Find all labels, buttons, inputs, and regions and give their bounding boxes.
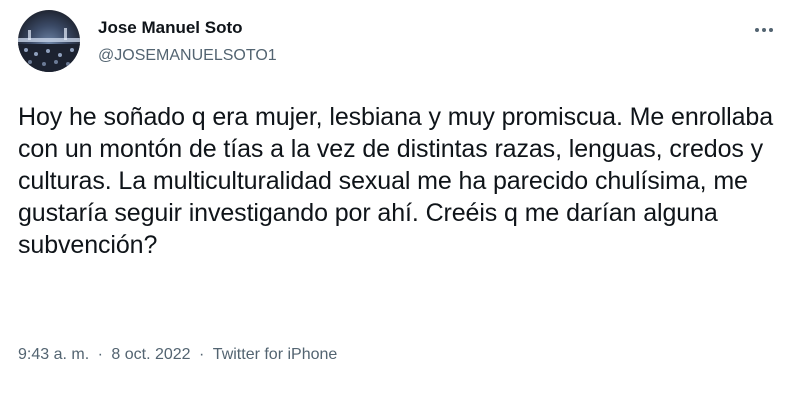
avatar-concert-image: [18, 10, 80, 72]
meta-separator: ·: [97, 346, 103, 363]
meta-separator: ·: [199, 346, 205, 363]
author-name[interactable]: Jose Manuel Soto: [98, 18, 243, 38]
tweet-text: Hoy he soñado q era mujer, lesbiana y mu…: [18, 103, 774, 259]
tweet-meta: 9:43 a. m. · 8 oct. 2022 · Twitter for i…: [18, 346, 337, 364]
more-options-button[interactable]: [748, 14, 780, 46]
tweet-card: Jose Manuel Soto @JOSEMANUELSOTO1 Hoy he…: [0, 0, 800, 401]
tweet-source[interactable]: Twitter for iPhone: [213, 346, 338, 363]
avatar[interactable]: [18, 10, 80, 72]
tweet-time[interactable]: 9:43 a. m.: [18, 346, 89, 363]
more-horizontal-icon: [755, 28, 773, 32]
tweet-date[interactable]: 8 oct. 2022: [111, 346, 190, 363]
author-handle[interactable]: @JOSEMANUELSOTO1: [98, 47, 277, 65]
